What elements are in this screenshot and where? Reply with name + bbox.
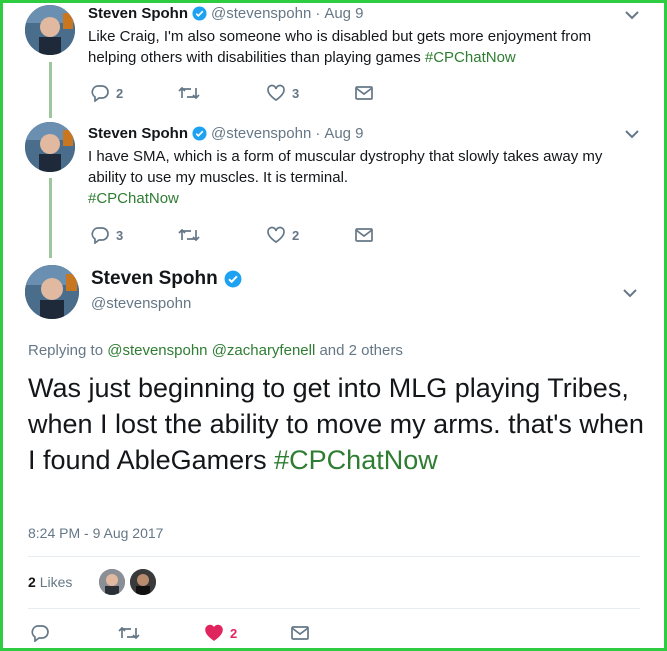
envelope-icon: [291, 626, 309, 640]
verified-icon: [192, 6, 207, 21]
main-handle[interactable]: @stevenspohn: [91, 295, 191, 312]
replying-prefix: Replying to: [28, 342, 104, 359]
author-handle[interactable]: @stevenspohn: [211, 5, 311, 22]
verified-icon: [224, 270, 242, 288]
heart-filled-icon: [205, 624, 223, 641]
mention-link[interactable]: @zacharyfenell: [212, 342, 316, 359]
reply-button[interactable]: [30, 624, 118, 642]
tweet-actions: 2 3: [90, 84, 374, 102]
tweet-date[interactable]: Aug 9: [324, 125, 363, 142]
tweet-author[interactable]: Steven Spohn @stevenspohn · Aug 9: [88, 5, 364, 22]
tweet-date[interactable]: Aug 9: [324, 5, 363, 22]
tweet-actions: 3 2: [90, 226, 374, 244]
hashtag-link[interactable]: #CPChatNow: [425, 49, 516, 66]
retweet-icon: [178, 86, 200, 100]
chevron-down-icon[interactable]: [621, 287, 639, 299]
main-tweet-text: Was just beginning to get into MLG playi…: [28, 370, 648, 478]
heart-icon: [267, 84, 285, 102]
tweet-body-line: ability to use my muscles. It is termina…: [88, 169, 349, 186]
meta-dot: ·: [315, 5, 321, 22]
heart-icon: [267, 226, 285, 244]
reply-icon: [91, 227, 109, 244]
message-button[interactable]: [354, 85, 374, 101]
reply-icon: [91, 85, 109, 102]
meta-dot: ·: [315, 125, 321, 142]
main-author[interactable]: Steven Spohn: [91, 268, 242, 290]
like-button[interactable]: 3: [266, 84, 354, 102]
retweet-icon: [118, 626, 140, 640]
reply-button[interactable]: 2: [90, 84, 178, 102]
reply-count: 3: [116, 227, 124, 243]
likes-summary[interactable]: 2 Likes: [28, 574, 72, 590]
liker-avatar[interactable]: [130, 569, 156, 595]
tweet-text: I have SMA, which is a form of muscular …: [88, 146, 648, 209]
replying-others[interactable]: and 2 others: [319, 342, 402, 359]
divider: [28, 556, 640, 557]
mention-link[interactable]: @stevenspohn: [107, 342, 207, 359]
chevron-down-icon[interactable]: [623, 128, 641, 140]
author-handle[interactable]: @stevenspohn: [211, 125, 311, 142]
envelope-icon: [355, 86, 373, 100]
avatar[interactable]: [25, 122, 75, 172]
author-name[interactable]: Steven Spohn: [91, 268, 218, 290]
author-name[interactable]: Steven Spohn: [88, 5, 188, 22]
avatar[interactable]: [25, 265, 79, 319]
likes-count: 2: [28, 574, 36, 590]
thread-line: [49, 62, 52, 118]
likes-label: Likes: [39, 574, 73, 590]
retweet-button[interactable]: [178, 227, 266, 243]
verified-icon: [192, 126, 207, 141]
retweet-icon: [178, 228, 200, 242]
like-button[interactable]: 2: [266, 226, 354, 244]
envelope-icon: [355, 228, 373, 242]
like-button[interactable]: 2: [204, 624, 290, 642]
retweet-button[interactable]: [178, 85, 266, 101]
replying-to: Replying to @stevenspohn @zacharyfenell …: [28, 342, 403, 359]
thread-line: [49, 178, 52, 258]
reply-count: 2: [116, 85, 124, 101]
tweet-body-line: I have SMA, which is a form of muscular …: [88, 148, 603, 165]
like-count: 2: [230, 625, 238, 641]
like-count: 3: [292, 85, 300, 101]
tweet-timestamp[interactable]: 8:24 PM - 9 Aug 2017: [28, 525, 163, 541]
message-button[interactable]: [290, 625, 310, 641]
avatar[interactable]: [25, 5, 75, 55]
reply-icon: [31, 625, 49, 642]
tweet-text: Like Craig, I'm also someone who is disa…: [88, 26, 628, 68]
retweet-button[interactable]: [118, 625, 204, 641]
liker-avatar[interactable]: [99, 569, 125, 595]
hashtag-link[interactable]: #CPChatNow: [88, 188, 648, 209]
author-name[interactable]: Steven Spohn: [88, 125, 188, 142]
like-count: 2: [292, 227, 300, 243]
chevron-down-icon[interactable]: [623, 9, 641, 21]
divider: [28, 608, 640, 609]
main-tweet-actions: 2: [30, 624, 310, 642]
tweet-author[interactable]: Steven Spohn @stevenspohn · Aug 9: [88, 125, 364, 142]
reply-button[interactable]: 3: [90, 226, 178, 244]
hashtag-link[interactable]: #CPChatNow: [274, 445, 438, 475]
message-button[interactable]: [354, 227, 374, 243]
